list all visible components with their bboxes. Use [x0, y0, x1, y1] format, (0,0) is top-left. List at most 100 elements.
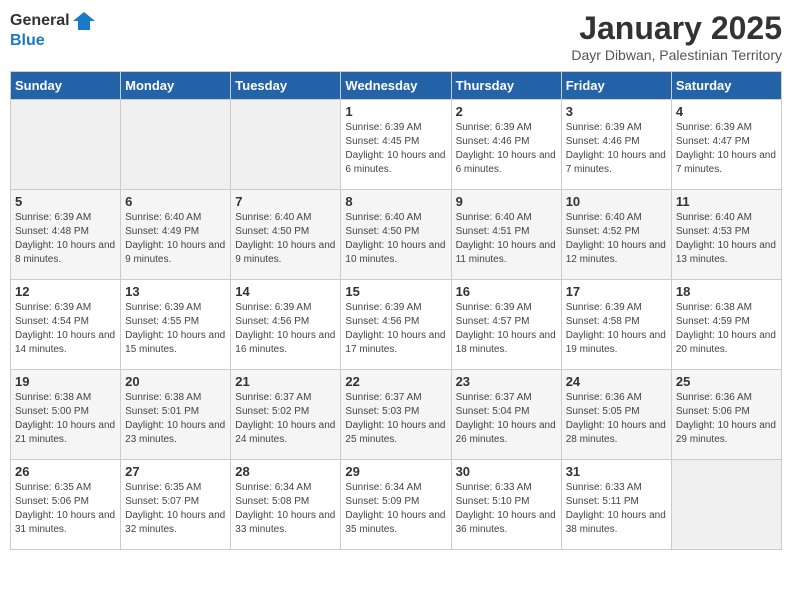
- calendar-cell: 16 Sunrise: 6:39 AMSunset: 4:57 PMDayligh…: [451, 280, 561, 370]
- day-number: 31: [566, 464, 667, 479]
- day-info-line: Sunrise: 6:40 AM: [676, 211, 777, 225]
- day-info: Sunrise: 6:39 AMSunset: 4:55 PMDaylight:…: [125, 301, 226, 357]
- subtitle: Dayr Dibwan, Palestinian Territory: [571, 47, 782, 63]
- day-info-line: Sunrise: 6:38 AM: [676, 301, 777, 315]
- day-number: 30: [456, 464, 557, 479]
- day-info: Sunrise: 6:39 AMSunset: 4:48 PMDaylight:…: [15, 211, 116, 267]
- day-info-line: Sunset: 4:46 PM: [566, 135, 667, 149]
- calendar-cell: 17Sunrise: 6:39 AMSunset: 4:58 PMDayligh…: [561, 280, 671, 370]
- calendar-cell: 29Sunrise: 6:34 AMSunset: 5:09 PMDayligh…: [341, 460, 451, 550]
- day-number: 14: [235, 284, 336, 299]
- day-info: Sunrise: 6:37 AMSunset: 5:03 PMDaylight:…: [345, 391, 446, 447]
- day-info: Sunrise: 6:39 AMSunset: 4:58 PMDaylight:…: [566, 301, 667, 357]
- day-number: 28: [235, 464, 336, 479]
- calendar-cell: 9 Sunrise: 6:40 AMSunset: 4:51 PMDaylight…: [451, 190, 561, 280]
- day-number: 5: [15, 194, 116, 209]
- day-number: 21: [235, 374, 336, 389]
- day-info-line: Sunset: 5:03 PM: [345, 405, 446, 419]
- day-info-line: Daylight: 10 hours and 19 minutes.: [566, 329, 667, 357]
- header-monday: Monday: [121, 72, 231, 100]
- day-info-line: Daylight: 10 hours and 26 minutes.: [456, 419, 557, 447]
- day-info-line: Sunset: 4:54 PM: [15, 315, 116, 329]
- calendar-cell: 31Sunrise: 6:33 AMSunset: 5:11 PMDayligh…: [561, 460, 671, 550]
- day-info-line: Sunset: 5:00 PM: [15, 405, 116, 419]
- calendar-cell: 1Sunrise: 6:39 AMSunset: 4:45 PMDaylight…: [341, 100, 451, 190]
- day-number: 26: [15, 464, 116, 479]
- day-info-line: Sunrise: 6:40 AM: [235, 211, 336, 225]
- header-saturday: Saturday: [671, 72, 781, 100]
- calendar-cell: [11, 100, 121, 190]
- day-info: Sunrise: 6:40 AMSunset: 4:50 PMDaylight:…: [345, 211, 446, 267]
- day-info-line: Sunset: 5:05 PM: [566, 405, 667, 419]
- day-info: Sunrise: 6:39 AMSunset: 4:47 PMDaylight:…: [676, 121, 777, 177]
- day-info-line: Daylight: 10 hours and 21 minutes.: [15, 419, 116, 447]
- calendar-cell: [231, 100, 341, 190]
- day-info-line: Sunset: 4:59 PM: [676, 315, 777, 329]
- logo: General Blue: [10, 10, 95, 50]
- day-number: 19: [15, 374, 116, 389]
- calendar-cell: 18Sunrise: 6:38 AMSunset: 4:59 PMDayligh…: [671, 280, 781, 370]
- day-info-line: Sunset: 4:53 PM: [676, 225, 777, 239]
- day-info-line: Sunset: 4:45 PM: [345, 135, 446, 149]
- day-info-line: Sunrise: 6:35 AM: [125, 481, 226, 495]
- day-info-line: Sunrise: 6:39 AM: [456, 301, 557, 315]
- day-info-line: Sunrise: 6:36 AM: [676, 391, 777, 405]
- day-info: Sunrise: 6:40 AMSunset: 4:52 PMDaylight:…: [566, 211, 667, 267]
- day-info: Sunrise: 6:40 AMSunset: 4:51 PMDaylight:…: [456, 211, 557, 267]
- calendar-cell: 13 Sunrise: 6:39 AMSunset: 4:55 PMDayligh…: [121, 280, 231, 370]
- calendar-cell: 28Sunrise: 6:34 AMSunset: 5:08 PMDayligh…: [231, 460, 341, 550]
- day-info-line: Sunset: 4:55 PM: [125, 315, 226, 329]
- day-info: Sunrise: 6:38 AMSunset: 5:00 PMDaylight:…: [15, 391, 116, 447]
- calendar-cell: 30Sunrise: 6:33 AMSunset: 5:10 PMDayligh…: [451, 460, 561, 550]
- logo-general-text: General: [10, 12, 70, 30]
- day-info: Sunrise: 6:36 AMSunset: 5:06 PMDaylight:…: [676, 391, 777, 447]
- day-number: 7: [235, 194, 336, 209]
- day-number: 9: [456, 194, 557, 209]
- day-info-line: Daylight: 10 hours and 10 minutes.: [345, 239, 446, 267]
- day-info-line: Sunrise: 6:38 AM: [15, 391, 116, 405]
- day-number: 6: [125, 194, 226, 209]
- day-info-line: Sunset: 4:56 PM: [345, 315, 446, 329]
- day-info: Sunrise: 6:38 AMSunset: 4:59 PMDaylight:…: [676, 301, 777, 357]
- day-number: 15: [345, 284, 446, 299]
- header-friday: Friday: [561, 72, 671, 100]
- day-info-line: Daylight: 10 hours and 17 minutes.: [345, 329, 446, 357]
- day-info: Sunrise: 6:35 AMSunset: 5:06 PMDaylight:…: [15, 481, 116, 537]
- logo-text: General Blue: [10, 10, 95, 50]
- day-info-line: Sunrise: 6:39 AM: [125, 301, 226, 315]
- calendar-cell: 12Sunrise: 6:39 AMSunset: 4:54 PMDayligh…: [11, 280, 121, 370]
- logo-bird-icon: [73, 10, 95, 32]
- day-number: 24: [566, 374, 667, 389]
- calendar-cell: 21 Sunrise: 6:37 AMSunset: 5:02 PMDayligh…: [231, 370, 341, 460]
- day-info-line: Sunrise: 6:38 AM: [125, 391, 226, 405]
- day-info-line: Sunrise: 6:40 AM: [456, 211, 557, 225]
- day-info-line: Daylight: 10 hours and 7 minutes.: [566, 149, 667, 177]
- calendar-cell: 11Sunrise: 6:40 AMSunset: 4:53 PMDayligh…: [671, 190, 781, 280]
- day-info-line: Sunset: 4:57 PM: [456, 315, 557, 329]
- calendar-cell: 14Sunrise: 6:39 AMSunset: 4:56 PMDayligh…: [231, 280, 341, 370]
- day-number: 1: [345, 104, 446, 119]
- day-info-line: Sunrise: 6:37 AM: [345, 391, 446, 405]
- day-number: 16: [456, 284, 557, 299]
- calendar-cell: 3Sunrise: 6:39 AMSunset: 4:46 PMDaylight…: [561, 100, 671, 190]
- day-info-line: Daylight: 10 hours and 35 minutes.: [345, 509, 446, 537]
- day-info-line: Sunrise: 6:39 AM: [345, 121, 446, 135]
- day-info-line: Sunrise: 6:39 AM: [345, 301, 446, 315]
- header-tuesday: Tuesday: [231, 72, 341, 100]
- day-info: Sunrise: 6:40 AMSunset: 4:53 PMDaylight:…: [676, 211, 777, 267]
- calendar-cell: 25Sunrise: 6:36 AMSunset: 5:06 PMDayligh…: [671, 370, 781, 460]
- day-number: 13: [125, 284, 226, 299]
- calendar-cell: 4Sunrise: 6:39 AMSunset: 4:47 PMDaylight…: [671, 100, 781, 190]
- day-info-line: Sunset: 4:51 PM: [456, 225, 557, 239]
- calendar-cell: 24Sunrise: 6:36 AMSunset: 5:05 PMDayligh…: [561, 370, 671, 460]
- day-info-line: Sunset: 4:52 PM: [566, 225, 667, 239]
- week-row-3: 12Sunrise: 6:39 AMSunset: 4:54 PMDayligh…: [11, 280, 782, 370]
- day-number: 10: [566, 194, 667, 209]
- calendar-cell: 22Sunrise: 6:37 AMSunset: 5:03 PMDayligh…: [341, 370, 451, 460]
- day-info: Sunrise: 6:37 AMSunset: 5:02 PMDaylight:…: [235, 391, 336, 447]
- title-block: January 2025 Dayr Dibwan, Palestinian Te…: [571, 10, 782, 63]
- day-info-line: Daylight: 10 hours and 38 minutes.: [566, 509, 667, 537]
- day-info: Sunrise: 6:39 AMSunset: 4:57 PMDaylight:…: [456, 301, 557, 357]
- day-info-line: Sunset: 4:47 PM: [676, 135, 777, 149]
- day-info-line: Daylight: 10 hours and 14 minutes.: [15, 329, 116, 357]
